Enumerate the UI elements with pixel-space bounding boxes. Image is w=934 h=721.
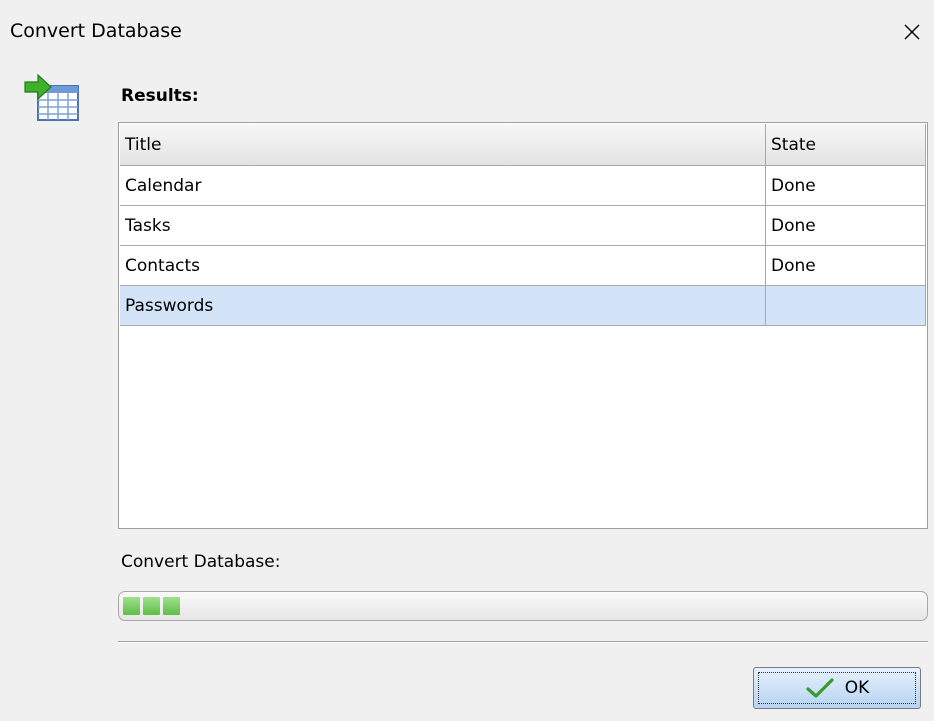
progress-fill (123, 597, 180, 615)
window-title: Convert Database (10, 20, 182, 42)
table-row[interactable]: Tasks Done (120, 206, 926, 246)
title-bar: Convert Database (0, 0, 934, 64)
table-header: Title State (120, 124, 926, 166)
progress-bar (118, 591, 928, 621)
convert-database-icon (22, 72, 84, 128)
cell-title: Passwords (120, 286, 766, 325)
table-row[interactable]: Calendar Done (120, 166, 926, 206)
cell-title: Contacts (120, 246, 766, 285)
progress-segment (123, 597, 140, 615)
separator (118, 641, 928, 643)
cell-state: Done (766, 246, 926, 285)
table-row-selected[interactable]: Passwords (120, 286, 926, 326)
close-button[interactable] (890, 10, 934, 54)
checkmark-icon (806, 678, 834, 698)
ok-button[interactable]: OK (753, 667, 921, 709)
close-icon (904, 24, 920, 40)
progress-segment (163, 597, 180, 615)
progress-segment (143, 597, 160, 615)
convert-database-dialog: Convert Database Results: Title State Ca… (0, 0, 934, 721)
cell-state: Done (766, 166, 926, 205)
column-header-title[interactable]: Title (120, 124, 766, 165)
cell-state: Done (766, 206, 926, 245)
cell-title: Calendar (120, 166, 766, 205)
table-row[interactable]: Contacts Done (120, 246, 926, 286)
ok-button-label: OK (844, 678, 870, 698)
results-label: Results: (121, 86, 199, 106)
cell-state (766, 286, 926, 325)
column-header-state[interactable]: State (766, 124, 926, 165)
progress-label: Convert Database: (121, 552, 281, 572)
results-table[interactable]: Title State Calendar Done Tasks Done Con… (118, 122, 928, 529)
focus-rectangle (758, 672, 916, 704)
cell-title: Tasks (120, 206, 766, 245)
